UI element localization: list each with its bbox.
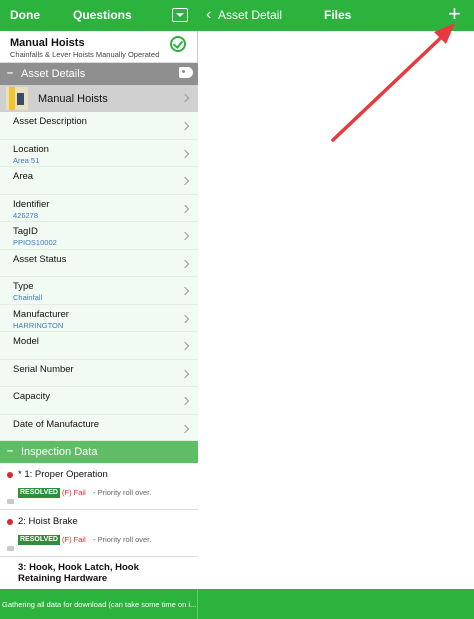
- field-label: TagID: [13, 226, 38, 237]
- asset-row[interactable]: Manual Hoists: [0, 85, 198, 112]
- inspection-data-section-title: Inspection Data: [21, 446, 98, 458]
- questions-pane: Done Questions Manual Hoists Chainfalls …: [0, 0, 198, 619]
- field-label: Asset Description: [13, 116, 87, 127]
- chevron-right-icon: [180, 121, 190, 131]
- field-manufacturer[interactable]: Manufacturer HARRINGTON: [0, 304, 198, 332]
- files-title: Files: [324, 8, 352, 22]
- field-label: Type: [13, 281, 34, 292]
- field-label: Asset Status: [13, 253, 67, 265]
- chevron-right-icon: [180, 231, 190, 241]
- field-label: Capacity: [13, 391, 50, 402]
- asset-header: Manual Hoists Chainfalls & Lever Hoists …: [0, 31, 198, 63]
- comment-icon[interactable]: [7, 499, 14, 504]
- field-asset-description[interactable]: Asset Description: [0, 112, 198, 140]
- files-toolbar: ‹ Asset Detail Files +: [198, 0, 474, 31]
- collapse-icon: –: [7, 67, 14, 79]
- asset-details-section-title: Asset Details: [21, 68, 86, 80]
- chevron-right-icon: [180, 424, 190, 433]
- asset-header-title: Manual Hoists: [10, 37, 85, 49]
- chevron-right-icon: [180, 396, 190, 406]
- inspection-data-section-header[interactable]: – Inspection Data: [0, 441, 198, 463]
- field-label: Manufacturer: [13, 308, 69, 320]
- field-label: Location: [13, 143, 49, 155]
- inspection-item-title: * 1: Proper Operation: [18, 469, 108, 480]
- chevron-right-icon: [180, 314, 190, 323]
- status-badge: RESOLVED: [18, 535, 60, 545]
- status-badge: RESOLVED: [18, 488, 60, 498]
- field-location[interactable]: Location Area 51: [0, 139, 198, 167]
- inspection-item-title-line2: Retaining Hardware: [18, 573, 108, 584]
- field-identifier[interactable]: Identifier 426278: [0, 194, 198, 222]
- comment-icon[interactable]: [7, 546, 14, 551]
- status-bar: Gathering all data for download (can tak…: [0, 589, 474, 619]
- chevron-right-icon: [180, 286, 190, 296]
- asset-details-section-header[interactable]: – Asset Details: [0, 63, 198, 85]
- field-model[interactable]: Model: [0, 332, 198, 360]
- fail-dot-icon: [7, 472, 13, 478]
- status-divider: [197, 589, 198, 619]
- tag-icon[interactable]: [179, 67, 193, 78]
- field-label: Identifier: [13, 198, 50, 210]
- chevron-right-icon: [180, 176, 190, 186]
- chevron-right-icon: [180, 204, 190, 213]
- field-type[interactable]: Type Chainfall: [0, 277, 198, 305]
- field-value: Area 51: [13, 155, 40, 165]
- note-text: - Priority roll over.: [93, 535, 152, 544]
- field-label: Date of Manufacture: [13, 418, 100, 430]
- field-label: Serial Number: [13, 363, 74, 375]
- result-text: (F) Fail: [62, 535, 86, 544]
- field-value: 426278: [13, 210, 39, 220]
- field-date-of-manufacture[interactable]: Date of Manufacture: [0, 414, 198, 441]
- field-serial-number[interactable]: Serial Number: [0, 359, 198, 387]
- collapse-icon: –: [7, 445, 14, 457]
- field-value: PPIOS10002: [13, 238, 57, 247]
- chevron-right-icon: [180, 259, 190, 268]
- chevron-left-icon[interactable]: ‹: [206, 6, 211, 24]
- dropdown-icon[interactable]: [172, 8, 188, 22]
- field-value: Chainfall: [13, 293, 43, 302]
- note-text: - Priority roll over.: [93, 488, 152, 497]
- files-pane: ‹ Asset Detail Files +: [198, 0, 474, 619]
- chevron-right-icon: [180, 93, 190, 103]
- inspection-item[interactable]: 3: Hook, Hook Latch, Hook Retaining Hard…: [0, 557, 198, 589]
- check-circle-icon: [170, 36, 186, 52]
- add-icon[interactable]: +: [448, 2, 461, 26]
- field-value: HARRINGTON: [13, 320, 64, 330]
- inspection-item-title: 2: Hoist Brake: [18, 516, 78, 527]
- inspection-item[interactable]: * 1: Proper Operation RESOLVED (F) Fail …: [0, 463, 198, 510]
- questions-toolbar: Done Questions: [0, 0, 198, 31]
- field-asset-status[interactable]: Asset Status: [0, 249, 198, 277]
- back-button[interactable]: Asset Detail: [218, 8, 282, 22]
- fail-dot-icon: [7, 519, 13, 525]
- chevron-right-icon: [180, 341, 190, 351]
- chevron-right-icon: [180, 369, 190, 378]
- inspection-item-title: 3: Hook, Hook Latch, Hook: [18, 562, 139, 573]
- questions-title: Questions: [73, 8, 132, 22]
- field-label: Area: [13, 171, 34, 182]
- status-text: Gathering all data for download (can tak…: [2, 600, 197, 609]
- asset-thumbnail: [6, 87, 28, 110]
- field-capacity[interactable]: Capacity: [0, 387, 198, 415]
- chevron-right-icon: [180, 149, 190, 158]
- done-button[interactable]: Done: [10, 8, 40, 22]
- asset-header-subtitle: Chainfalls & Lever Hoists Manually Opera…: [10, 50, 160, 59]
- asset-name: Manual Hoists: [38, 93, 108, 105]
- field-area[interactable]: Area: [0, 167, 198, 195]
- field-tagid[interactable]: TagID PPIOS10002: [0, 222, 198, 250]
- field-label: Model: [13, 336, 39, 347]
- inspection-item[interactable]: 2: Hoist Brake RESOLVED (F) Fail - Prior…: [0, 510, 198, 557]
- result-text: (F) Fail: [62, 488, 86, 497]
